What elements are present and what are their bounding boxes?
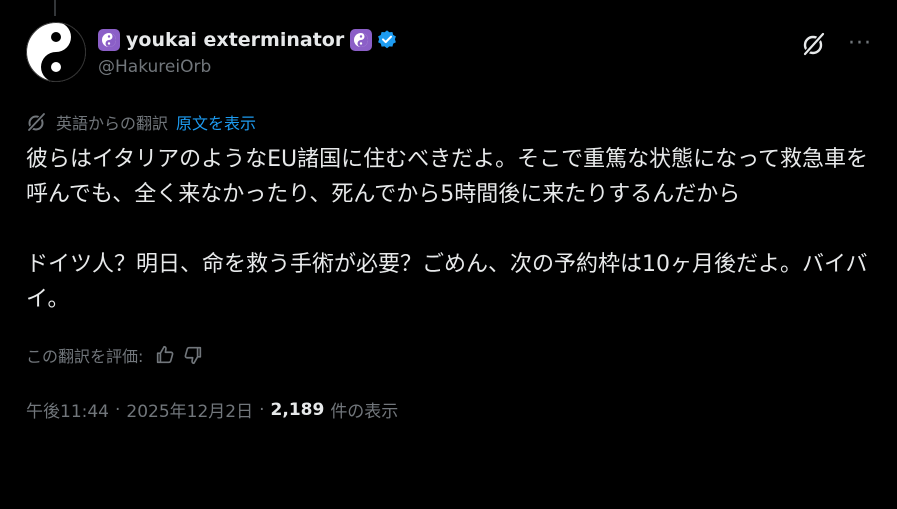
rate-translation-label: この翻訳を評価: (26, 347, 144, 366)
verified-badge-icon[interactable] (376, 29, 398, 51)
header-actions: ··· (798, 28, 876, 60)
show-original-link[interactable]: 原文を表示 (176, 110, 256, 134)
views-count[interactable]: 2,189 (271, 400, 325, 420)
tweet-time[interactable]: 午後11:44 (26, 397, 109, 422)
views-label: 件の表示 (330, 402, 399, 422)
translate-icon (27, 112, 46, 132)
avatar[interactable] (26, 22, 86, 82)
thread-connector-line (54, 0, 56, 16)
rate-translation-row: この翻訳を評価: (26, 341, 876, 369)
yin-yang-emoji-icon (350, 29, 373, 51)
grok-icon[interactable] (798, 28, 830, 60)
tweet-paragraph-2: ドイツ人？明日、命を救う手術が必要？ごめん、次の予約枠は10ヶ月後だよ。バイバイ… (26, 252, 868, 312)
display-name[interactable]: youkai exterminator (126, 29, 344, 51)
tweet-header: youkai exterminator @HakureiOrb ··· (26, 22, 876, 86)
user-handle[interactable]: @HakureiOrb (98, 57, 798, 77)
yin-yang-avatar-icon (26, 22, 86, 82)
meta-separator: · (259, 399, 265, 420)
tweet-paragraph-1: 彼らはイタリアのようなEU諸国に住むべきだよ。そこで重篤な状態になって救急車を呼… (26, 147, 869, 207)
meta-separator: · (115, 399, 121, 420)
more-icon[interactable]: ··· (844, 28, 876, 60)
thumbs-down-icon[interactable] (179, 341, 207, 369)
tweet-meta: 午後11:44 · 2025年12月2日 · 2,189 件の表示 (26, 397, 876, 423)
thumbs-up-icon[interactable] (151, 341, 179, 369)
user-block: youkai exterminator @HakureiOrb (98, 26, 798, 77)
tweet-date[interactable]: 2025年12月2日 (126, 397, 253, 422)
tweet-text: 彼らはイタリアのようなEU諸国に住むべきだよ。そこで重篤な状態になって救急車を呼… (26, 142, 876, 317)
tweet: youkai exterminator @HakureiOrb ··· 英語から… (26, 22, 876, 422)
name-row: youkai exterminator (98, 26, 798, 54)
yin-yang-emoji-icon (98, 29, 120, 51)
translation-label: 英語からの翻訳 (56, 114, 169, 133)
translation-row: 英語からの翻訳 原文を表示 (26, 110, 876, 134)
